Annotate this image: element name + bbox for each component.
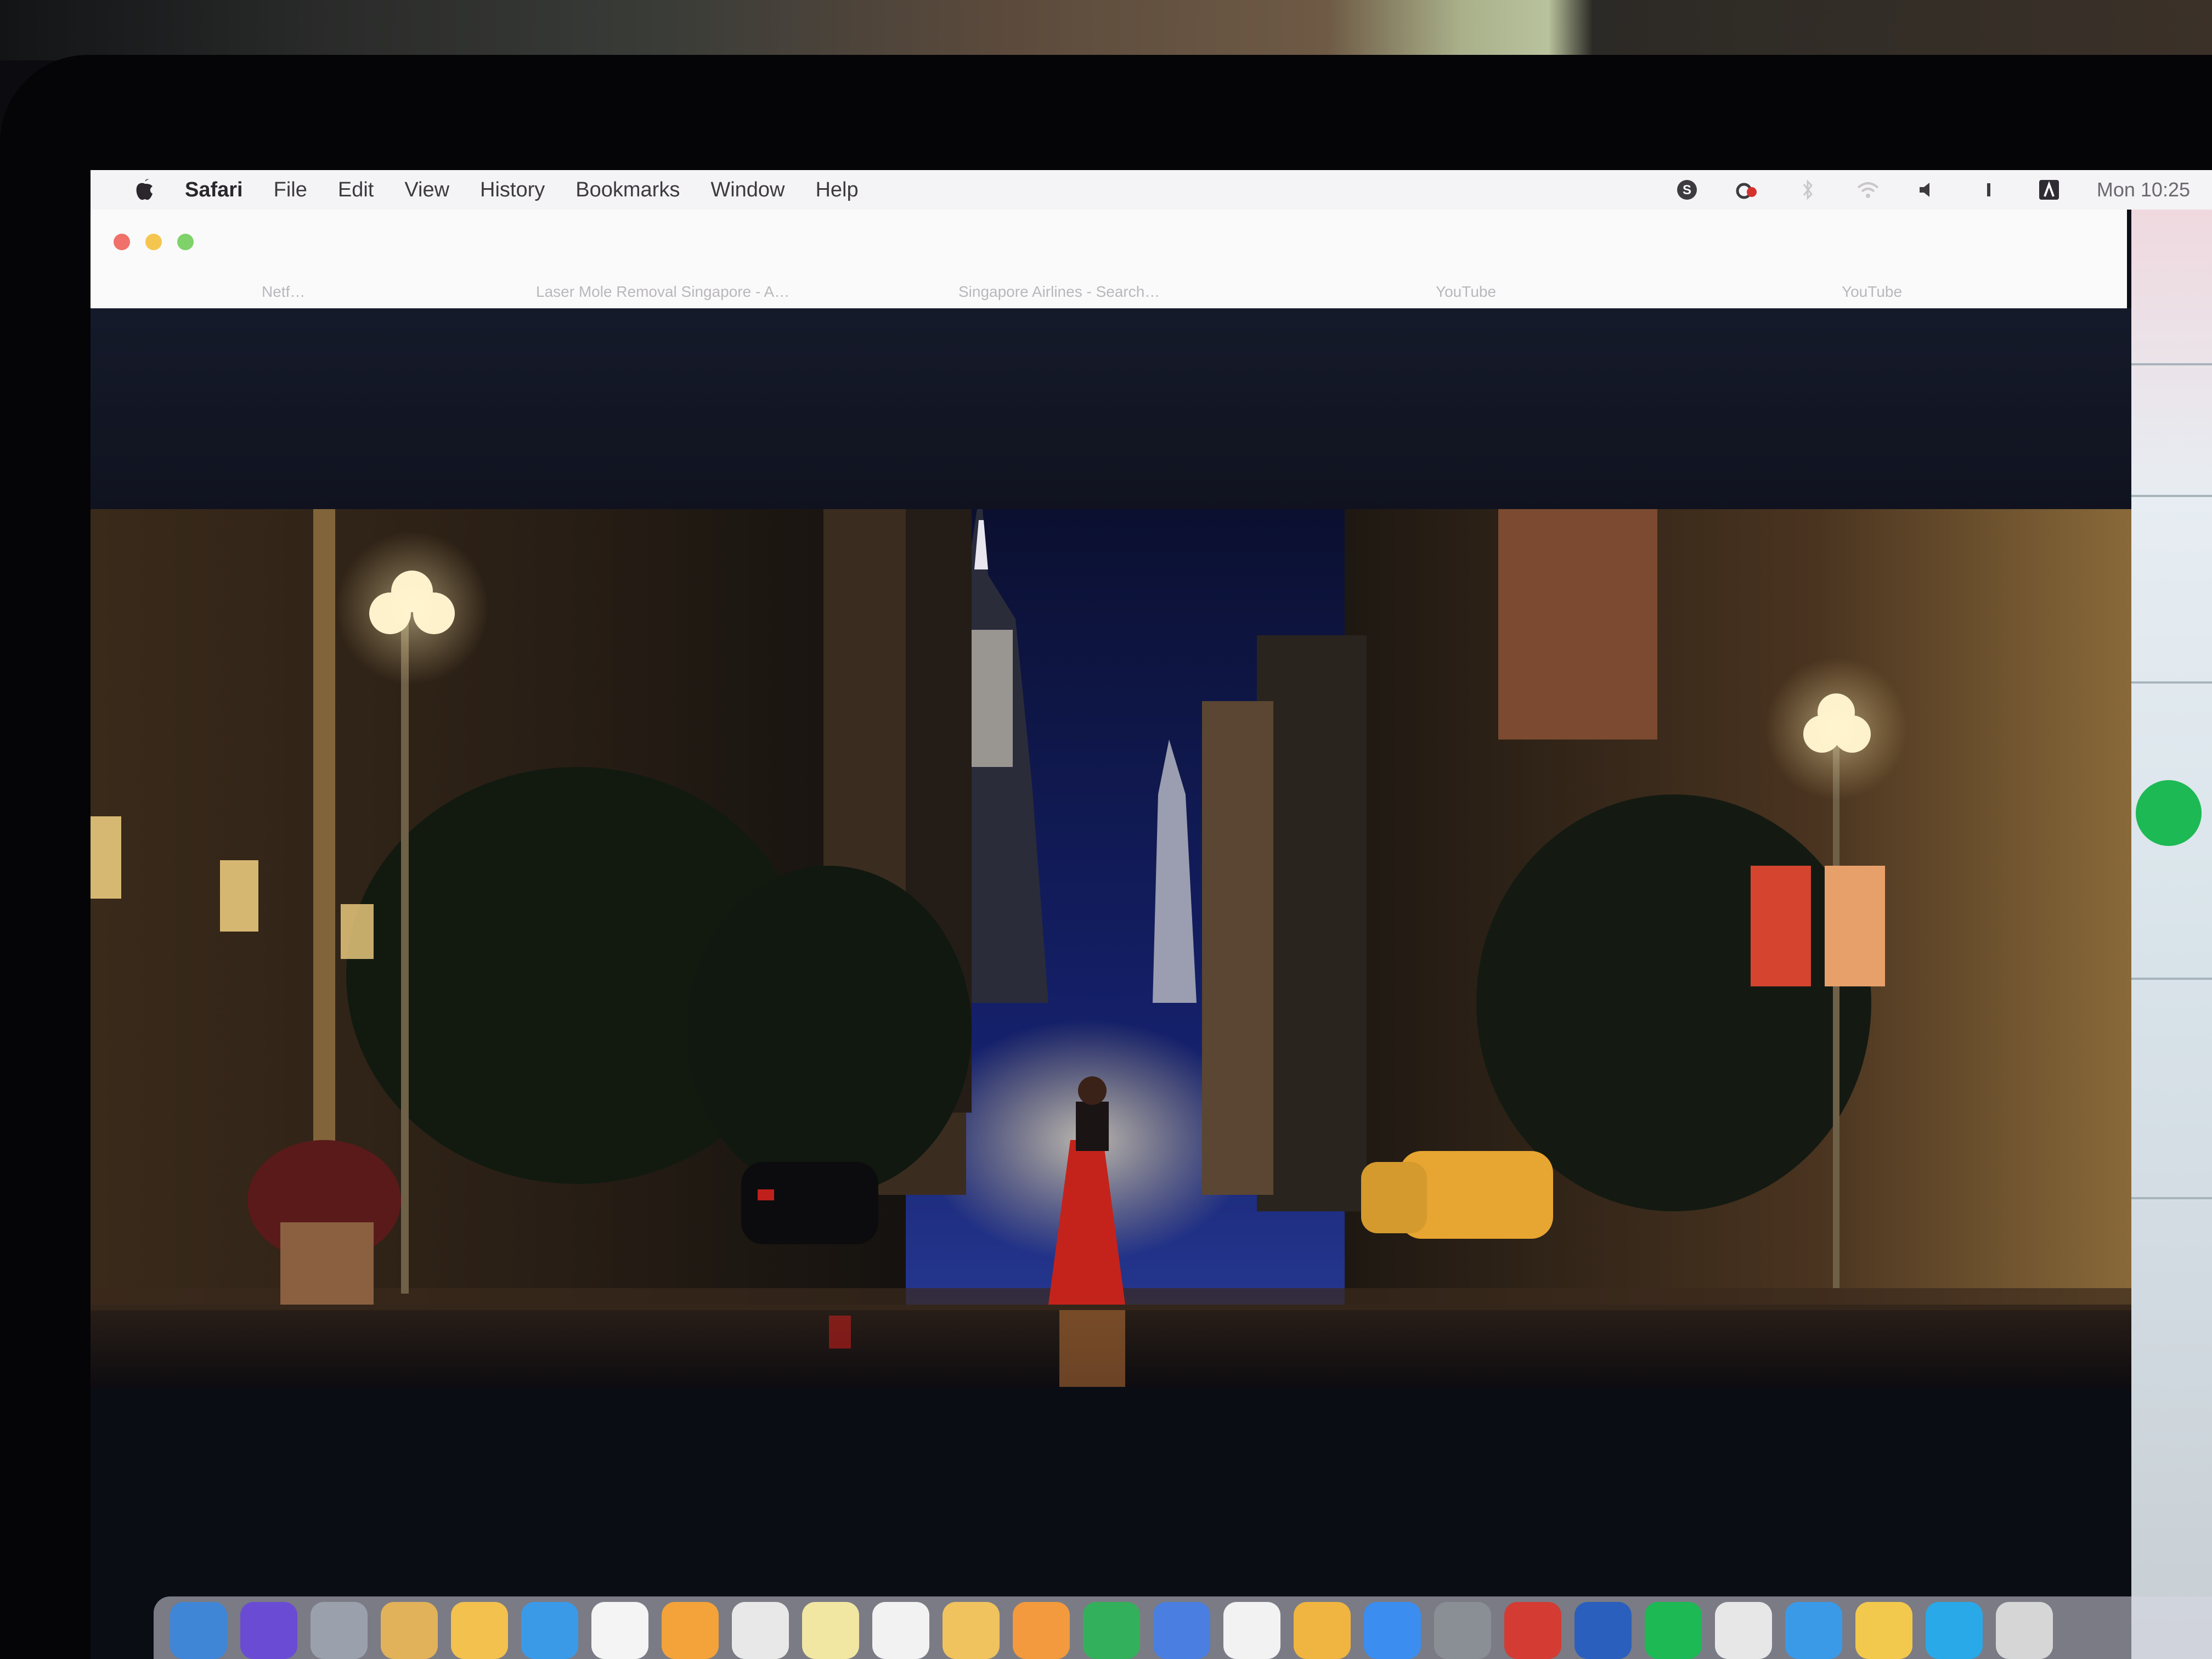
menu-bar: Safari File Edit View History Bookmarks … [91,170,2212,210]
menu-history[interactable]: History [480,178,545,202]
wifi-icon[interactable] [1855,177,1881,202]
photo-booth-icon[interactable] [1504,1602,1561,1659]
menu-clock[interactable]: Mon 10:25 [2097,178,2190,201]
messages-icon[interactable] [1223,1602,1280,1659]
textedit-icon[interactable] [732,1602,789,1659]
spotify-icon[interactable] [1645,1602,1702,1659]
spotify-thumbnail-icon [2136,780,2202,846]
word-icon[interactable] [1575,1602,1632,1659]
menu-help[interactable]: Help [815,178,858,202]
books-icon[interactable] [1013,1602,1070,1659]
divider [2131,363,2212,365]
keynote-icon[interactable] [1153,1602,1210,1659]
background-room [0,0,2212,60]
minimize-window-button[interactable] [145,234,162,250]
numbers-icon[interactable] [1083,1602,1140,1659]
divider [2131,495,2212,497]
chrome-icon[interactable] [1855,1602,1912,1659]
calendar-icon[interactable] [591,1602,648,1659]
zoom-window-button[interactable] [177,234,194,250]
tab-youtube-2[interactable]: YouTube [1842,275,1902,308]
siri-icon[interactable] [240,1602,297,1659]
skype-dock-icon[interactable] [1926,1602,1983,1659]
menu-bookmarks[interactable]: Bookmarks [575,178,680,202]
launchpad-icon[interactable] [311,1602,368,1659]
menu-edit[interactable]: Edit [338,178,374,202]
svg-text:S: S [1683,183,1691,198]
battery-icon[interactable] [1976,177,2001,202]
divider [2131,681,2212,684]
skype-icon[interactable]: S [1674,177,1700,202]
dock [154,1596,2212,1659]
movie-scene-image [91,509,2135,1387]
app-store-icon[interactable] [1364,1602,1421,1659]
window-controls [114,234,194,250]
video-letterbox-top [91,308,2135,509]
notes-icon[interactable] [451,1602,508,1659]
tab-bar: Netf… Laser Mole Removal Singapore - A… … [91,275,2127,308]
photos-icon[interactable] [872,1602,929,1659]
creative-cloud-icon[interactable] [1735,177,1760,202]
menu-app-name[interactable]: Safari [185,178,243,202]
ibooks-icon[interactable] [1294,1602,1351,1659]
menu-window[interactable]: Window [710,178,785,202]
trash-icon[interactable] [1996,1602,2053,1659]
bluetooth-icon[interactable] [1795,177,1820,202]
volume-icon[interactable] [1916,177,1941,202]
tab-singapore-airlines[interactable]: Singapore Airlines - Search… [958,275,1160,308]
video-frame[interactable] [91,509,2135,1387]
tab-laser-mole-removal[interactable]: Laser Mole Removal Singapore - A… [536,275,789,308]
status-area: S Mon 10:25 [1674,177,2190,202]
divider [2131,978,2212,980]
finder-icon[interactable] [170,1602,227,1659]
background-window-partial[interactable] [2131,210,2212,1659]
laptop-screen: Safari File Edit View History Bookmarks … [91,170,2212,1659]
preview-icon[interactable] [381,1602,438,1659]
divider [2131,1197,2212,1199]
safari-dock-icon[interactable] [1785,1602,1842,1659]
system-preferences-icon[interactable] [1434,1602,1491,1659]
tab-netflix[interactable]: Netf… [262,275,305,308]
tab-youtube-1[interactable]: YouTube [1436,275,1496,308]
menu-view[interactable]: View [404,178,449,202]
pages-icon[interactable] [662,1602,719,1659]
stickies-icon[interactable] [802,1602,859,1659]
preview-doc-icon[interactable] [1715,1602,1772,1659]
video-player[interactable] [91,308,2135,1659]
folder-icon[interactable] [943,1602,1000,1659]
close-window-button[interactable] [114,234,130,250]
safari-icon[interactable] [521,1602,578,1659]
safari-toolbar: Netf… Laser Mole Removal Singapore - A… … [91,210,2127,308]
menu-file[interactable]: File [274,178,307,202]
apple-menu-icon[interactable] [129,174,161,206]
user-icon[interactable] [2036,177,2062,202]
